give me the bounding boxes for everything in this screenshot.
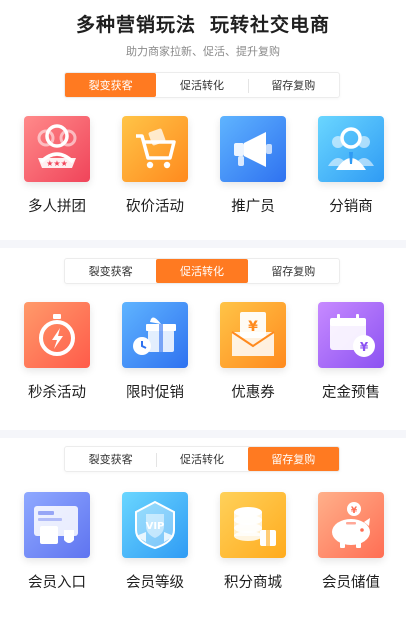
feature-label: 会员储值 [322,575,380,591]
feature-label: 分销商 [329,199,373,215]
tab-bar: 裂变获客 促活转化 留存复购 [64,258,340,284]
feature-distributor[interactable]: 分销商 [302,116,400,216]
svg-text:¥: ¥ [360,340,369,354]
svg-text:VIP: VIP [146,521,165,532]
feature-label: 多人拼团 [28,199,86,215]
feature-grid: 秒杀活动 限时促销 ¥ 优惠券 ¥ 定金预售 [0,302,406,402]
feature-coupon[interactable]: ¥ 优惠券 [204,302,302,402]
page-title: 多种营销玩法 玩转社交电商 [0,10,406,37]
svg-text:★★★: ★★★ [46,159,68,168]
tab-retention[interactable]: 留存复购 [247,447,339,471]
tab-bar: 裂变获客 促活转化 留存复购 [64,72,340,98]
piggy-bank-icon: ¥ [318,492,384,558]
tab-activation[interactable]: 促活转化 [156,447,247,471]
megaphone-icon [220,116,286,182]
feature-limited-promo[interactable]: 限时促销 [106,302,204,402]
gift-clock-icon [122,302,188,368]
feature-member-level[interactable]: VIP 会员等级 [106,492,204,592]
member-card-icon [24,492,90,558]
distributor-icon [318,116,384,182]
feature-label: 会员入口 [28,575,86,591]
points-coins-icon [220,492,286,558]
section-acquisition: 裂变获客 促活转化 留存复购 ★★★ 多人拼团 砍价活动 推广员 分销商 [0,62,406,240]
title-part-2: 玩转社交电商 [210,14,331,36]
marketing-features-page: 多种营销玩法 玩转社交电商 助力商家拉新、促活、提升复购 裂变获客 促活转化 留存… [0,0,406,640]
tab-acquisition[interactable]: 裂变获客 [65,447,156,471]
flash-timer-icon [24,302,90,368]
title-part-1: 多种营销玩法 [75,14,196,36]
feature-grid: ★★★ 多人拼团 砍价活动 推广员 分销商 [0,116,406,216]
feature-label: 限时促销 [126,385,184,401]
vip-badge-icon: VIP [122,492,188,558]
feature-label: 定金预售 [322,385,380,401]
feature-member-deposit[interactable]: ¥ 会员储值 [302,492,400,592]
feature-label: 推广员 [231,199,275,215]
svg-text:¥: ¥ [351,506,358,516]
feature-bargain[interactable]: 砍价活动 [106,116,204,216]
feature-label: 积分商城 [224,575,282,591]
group-buy-icon: ★★★ [24,116,90,182]
section-retention: 裂变获客 促活转化 留存复购 会员入口 VIP 会员等级 积分商城 ¥ 会员储值 [0,438,406,640]
tab-retention[interactable]: 留存复购 [248,259,339,283]
tab-activation[interactable]: 促活转化 [156,259,248,283]
calendar-coin-icon: ¥ [318,302,384,368]
feature-member-entry[interactable]: 会员入口 [8,492,106,592]
feature-flash-sale[interactable]: 秒杀活动 [8,302,106,402]
tab-acquisition[interactable]: 裂变获客 [65,73,157,97]
coupon-wallet-icon: ¥ [220,302,286,368]
feature-group-buy[interactable]: ★★★ 多人拼团 [8,116,106,216]
section-activation: 裂变获客 促活转化 留存复购 秒杀活动 限时促销 ¥ 优惠券 ¥ 定金预售 [0,248,406,430]
page-subtitle: 助力商家拉新、促活、提升复购 [126,45,280,58]
feature-grid: 会员入口 VIP 会员等级 积分商城 ¥ 会员储值 [0,492,406,592]
tab-retention[interactable]: 留存复购 [247,73,339,97]
bargain-cart-icon [122,116,188,182]
feature-deposit-presale[interactable]: ¥ 定金预售 [302,302,400,402]
feature-label: 砍价活动 [126,199,184,215]
page-header: 多种营销玩法 玩转社交电商 助力商家拉新、促活、提升复购 [0,0,406,62]
tab-acquisition[interactable]: 裂变获客 [65,259,156,283]
feature-label: 会员等级 [126,575,184,591]
tab-bar: 裂变获客 促活转化 留存复购 [64,446,340,472]
feature-points-mall[interactable]: 积分商城 [204,492,302,592]
feature-label: 秒杀活动 [28,385,86,401]
tab-activation[interactable]: 促活转化 [156,73,247,97]
feature-label: 优惠券 [231,385,275,401]
feature-promoter[interactable]: 推广员 [204,116,302,216]
